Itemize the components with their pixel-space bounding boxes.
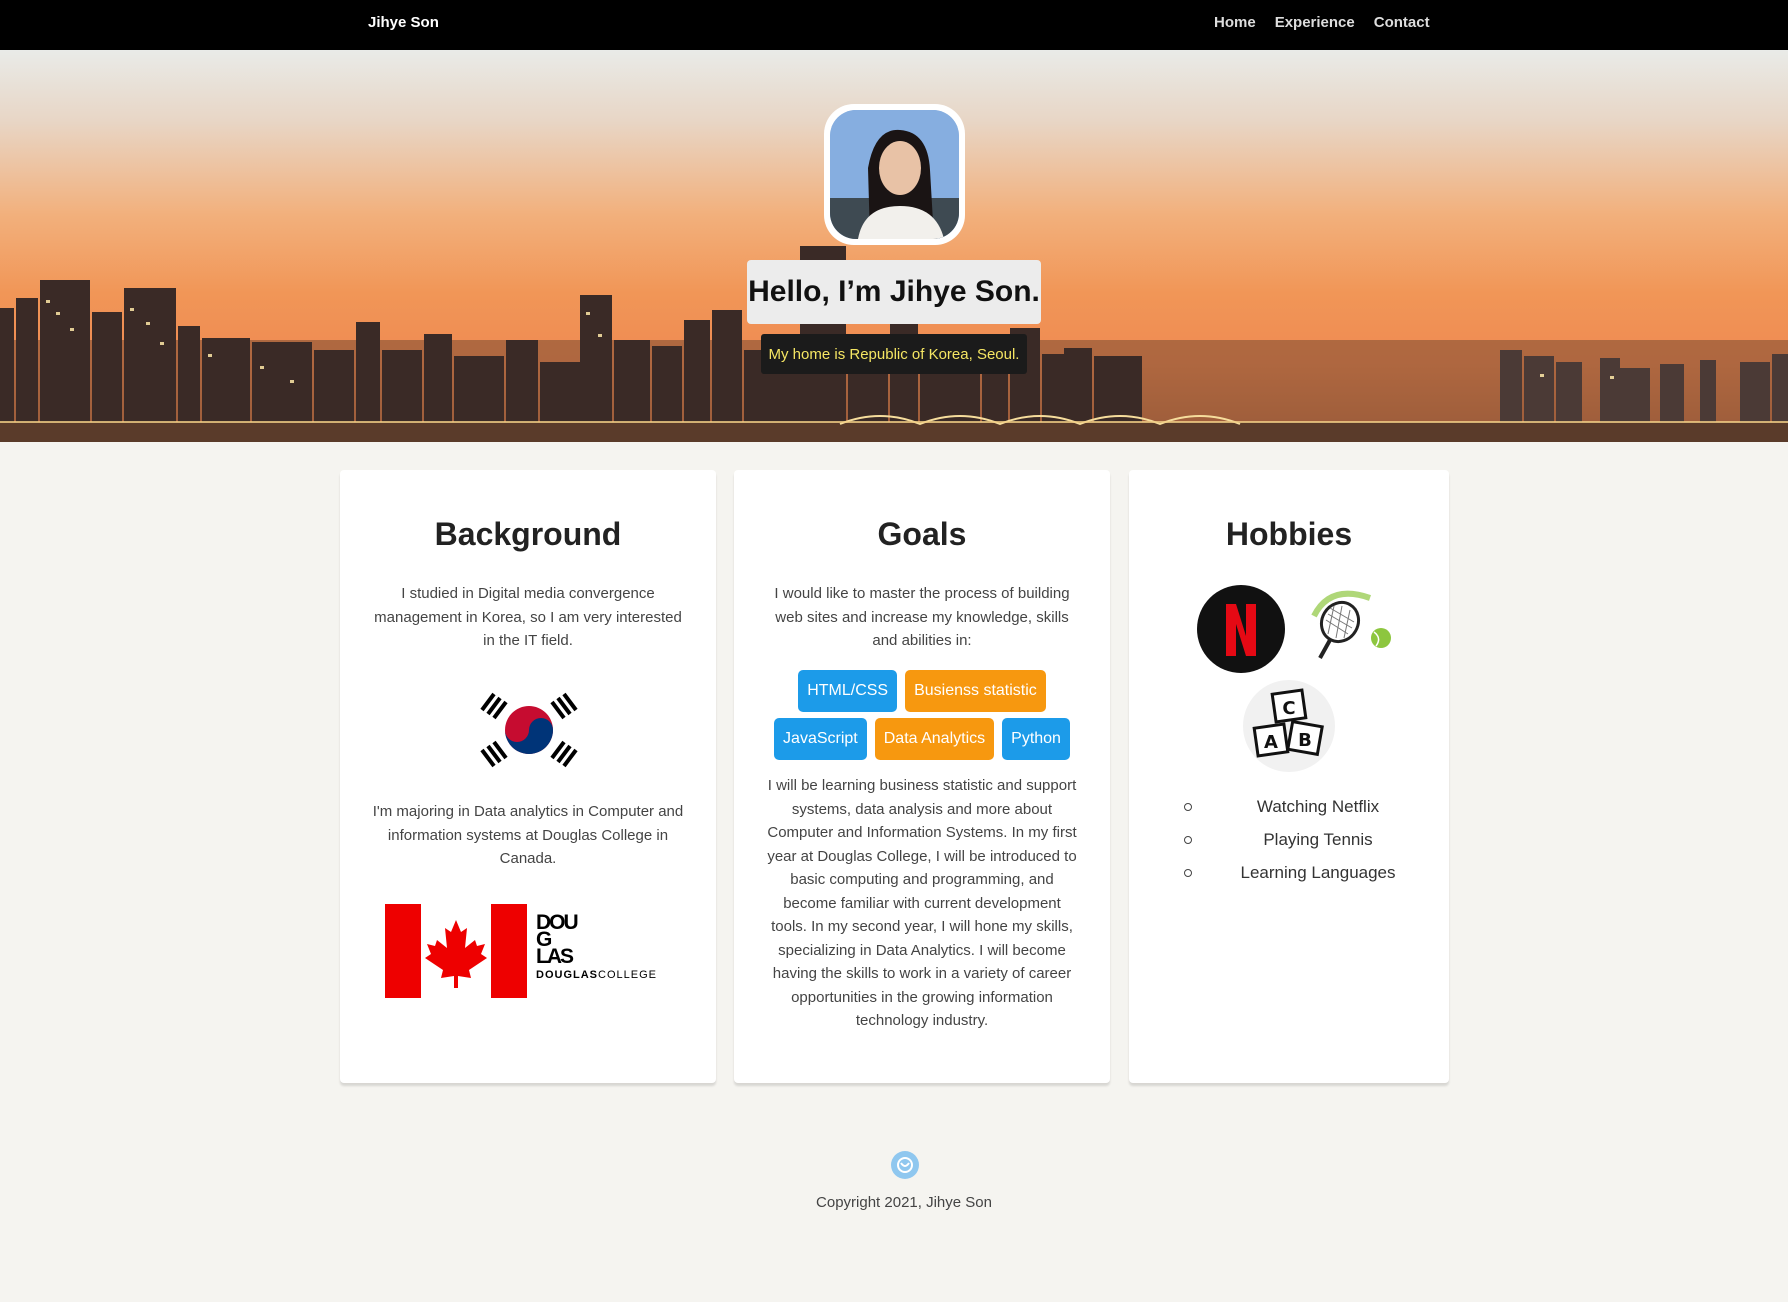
background-title: Background (434, 516, 622, 552)
hobby-list: Watching Netflix Playing Tennis Learning… (1129, 794, 1449, 893)
goals-card: Goals I would like to master the process… (734, 470, 1110, 1083)
skills-badges: HTML/CSS Busienss statistic JavaScript D… (734, 670, 1110, 766)
background-text-canada: I'm majoring in Data analytics in Comput… (372, 803, 684, 867)
abc-blocks-icon: C A B (1243, 680, 1335, 772)
douglas-mark: DOUG LAS (536, 911, 579, 968)
netflix-icon (1197, 585, 1285, 673)
hobby-icons: C A B (1129, 584, 1449, 774)
svg-text:A: A (1264, 732, 1278, 753)
skill-badge[interactable]: Python (1002, 718, 1070, 760)
hobby-item-label: Learning Languages (1240, 863, 1396, 882)
hobby-item: Watching Netflix (1129, 794, 1449, 827)
hobby-item-label: Playing Tennis (1263, 830, 1373, 849)
skill-badge[interactable]: JavaScript (774, 718, 867, 760)
circle-bullet-icon (1184, 836, 1192, 844)
svg-text:B: B (1298, 730, 1312, 751)
navbar: Jihye Son Home Experience Contact (0, 0, 1788, 50)
skills-row: HTML/CSS Busienss statistic (734, 670, 1110, 712)
copyright-text: Copyright 2021, Jihye Son (816, 1194, 992, 1211)
nav-home[interactable]: Home (1214, 14, 1256, 31)
brand-link[interactable]: Jihye Son (368, 14, 439, 31)
skills-row: JavaScript Data Analytics Python (734, 718, 1110, 760)
douglas-wordmark: DOUGLASCOLLEGE (536, 969, 657, 981)
circle-bullet-icon (1184, 803, 1192, 811)
douglas-college-logo: DOUG LAS DOUGLASCOLLEGE (536, 911, 657, 981)
nav-contact[interactable]: Contact (1374, 14, 1430, 31)
goals-detail-text: I will be learning business statistic an… (767, 777, 1077, 1029)
background-card: Background I studied in Digital media co… (340, 470, 716, 1083)
canada-flag-icon (385, 904, 527, 998)
goals-intro-text: I would like to master the process of bu… (774, 585, 1070, 649)
nav-links: Home Experience Contact (1214, 14, 1430, 31)
hobby-item-label: Watching Netflix (1256, 797, 1380, 816)
tennis-icon (1311, 590, 1391, 659)
goals-title: Goals (877, 516, 967, 552)
svg-text:C: C (1282, 698, 1295, 719)
hobby-item: Playing Tennis (1129, 827, 1449, 860)
background-text-korea: I studied in Digital media convergence m… (374, 585, 682, 649)
circle-bullet-icon (1184, 869, 1192, 877)
nav-experience[interactable]: Experience (1275, 14, 1355, 31)
hero-banner: Hello, I’m Jihye Son. My home is Republi… (0, 50, 1788, 442)
skill-badge[interactable]: HTML/CSS (798, 670, 898, 712)
skill-badge[interactable]: Data Analytics (874, 718, 995, 760)
korea-flag-icon (480, 692, 578, 768)
hobby-item: Learning Languages (1129, 860, 1449, 893)
profile-photo (830, 110, 959, 239)
footer-logo-icon[interactable] (891, 1151, 919, 1179)
hero-title: Hello, I’m Jihye Son. (747, 260, 1041, 324)
hobbies-title: Hobbies (1225, 516, 1353, 552)
avatar-frame (824, 104, 965, 245)
hobbies-card: Hobbies C A B Watching Netflix Playing T… (1129, 470, 1449, 1083)
skill-badge[interactable]: Busienss statistic (905, 670, 1046, 712)
hero-subtitle: My home is Republic of Korea, Seoul. (761, 334, 1027, 374)
